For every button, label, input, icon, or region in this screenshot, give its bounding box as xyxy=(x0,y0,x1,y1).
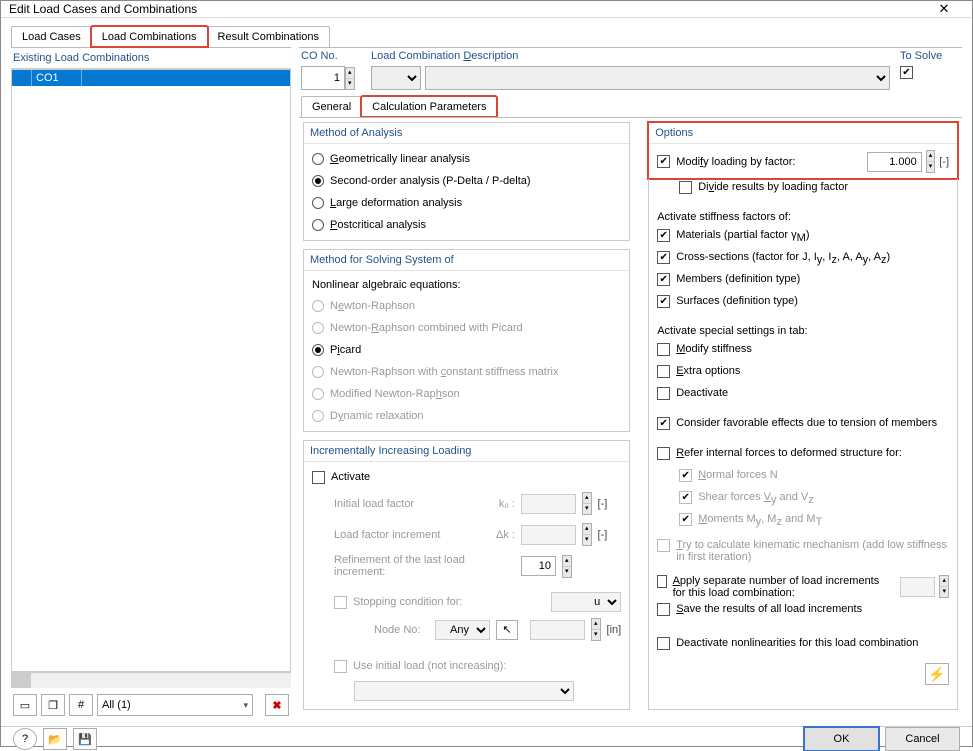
radio-mnr xyxy=(312,388,324,400)
copy-button[interactable]: ❐ xyxy=(41,694,65,716)
dialog-window: Edit Load Cases and Combinations ✕ Load … xyxy=(0,0,973,747)
cancel-button[interactable]: Cancel xyxy=(885,727,960,751)
chk-materials[interactable] xyxy=(657,229,670,242)
chk-refer[interactable] xyxy=(657,447,670,460)
lightning-icon: ⚡ xyxy=(928,666,945,683)
chk-extra[interactable] xyxy=(657,365,670,378)
chk-kinematic xyxy=(657,539,670,552)
to-solve-label: To Solve xyxy=(900,50,960,66)
modify-factor-input[interactable] xyxy=(867,152,922,172)
group-solving-method: Method for Solving System of Nonlinear a… xyxy=(303,249,630,432)
radio-nrp xyxy=(312,322,324,334)
chk-shear xyxy=(679,491,692,504)
main-tabs: Load Cases Load Combinations Result Comb… xyxy=(1,18,972,47)
existing-combinations-header: Existing Load Combinations xyxy=(11,48,291,69)
chk-save-results[interactable] xyxy=(657,603,670,616)
group-title-options: Options xyxy=(649,123,957,144)
chk-normal xyxy=(679,469,692,482)
separate-increments-input xyxy=(900,577,935,597)
list-item-name: CO1 xyxy=(32,70,82,86)
to-solve-checkbox[interactable] xyxy=(900,66,913,79)
chk-surfaces[interactable] xyxy=(657,295,670,308)
radio-postcritical[interactable] xyxy=(312,219,324,231)
chk-members[interactable] xyxy=(657,273,670,286)
radio-picard[interactable] xyxy=(312,344,324,356)
radio-geom[interactable] xyxy=(312,153,324,165)
tab-result-combinations[interactable]: Result Combinations xyxy=(207,26,331,47)
combinations-list[interactable]: CO1 xyxy=(11,69,291,672)
solving-subhead: Nonlinear algebraic equations: xyxy=(312,279,621,291)
chk-deact-nl[interactable] xyxy=(657,637,670,650)
stopping-select: u xyxy=(551,592,621,612)
desc-input[interactable] xyxy=(425,66,890,90)
delete-button[interactable]: ✖ xyxy=(265,694,289,716)
chk-modify-loading[interactable] xyxy=(657,155,670,168)
tab-general[interactable]: General xyxy=(301,96,362,117)
initial-load-factor-input xyxy=(521,494,576,514)
chk-use-initial xyxy=(334,660,347,673)
pick-node-button: ↖ xyxy=(496,620,518,640)
chk-cross[interactable] xyxy=(657,251,670,264)
radio-second-order[interactable] xyxy=(312,175,324,187)
hscrollbar[interactable] xyxy=(11,672,291,688)
filter-combo[interactable]: All (1) xyxy=(97,694,253,716)
co-no-input[interactable] xyxy=(301,66,345,90)
group-title-solving: Method for Solving System of xyxy=(304,250,629,271)
chk-tension[interactable] xyxy=(657,417,670,430)
titlebar: Edit Load Cases and Combinations ✕ xyxy=(1,1,972,18)
radio-nr xyxy=(312,300,324,312)
tab-calc-params[interactable]: Calculation Parameters xyxy=(361,96,497,117)
activate-stiff-label: Activate stiffness factors of: xyxy=(657,211,949,223)
co-no-label: CO No. xyxy=(301,50,361,66)
refinement-input[interactable] xyxy=(521,556,556,576)
new-button[interactable]: ▭ xyxy=(13,694,37,716)
chk-moments xyxy=(679,513,692,526)
tab-load-combinations[interactable]: Load Combinations xyxy=(91,26,208,47)
chk-deactivate[interactable] xyxy=(657,387,670,400)
initial-load-select xyxy=(354,681,574,701)
chk-stopping xyxy=(334,596,347,609)
close-icon[interactable]: ✕ xyxy=(924,1,964,17)
number-button[interactable]: # xyxy=(69,694,93,716)
desc-type-select[interactable] xyxy=(371,66,421,90)
window-title: Edit Load Cases and Combinations xyxy=(9,2,924,16)
chk-mod-stiff[interactable] xyxy=(657,343,670,356)
radio-large-def[interactable] xyxy=(312,197,324,209)
node-select: Any xyxy=(435,620,490,640)
chk-separate-increments[interactable] xyxy=(657,575,666,588)
load-factor-increment-input xyxy=(521,525,576,545)
tab-load-cases[interactable]: Load Cases xyxy=(11,26,92,47)
group-incremental: Incrementally Increasing Loading Activat… xyxy=(303,440,630,710)
special-label: Activate special settings in tab: xyxy=(657,325,949,337)
reset-options-button[interactable]: ⚡ xyxy=(925,663,949,685)
list-item[interactable]: CO1 xyxy=(12,70,290,86)
ok-button[interactable]: OK xyxy=(804,727,879,751)
group-method-analysis: Method of Analysis Geometrically linear … xyxy=(303,122,630,241)
node-value-input xyxy=(530,620,585,640)
co-no-spinner[interactable]: ▴▾ xyxy=(345,67,355,90)
radio-nrc xyxy=(312,366,324,378)
group-options-header: Options Modify loading by factor: ▴▾ [-] xyxy=(648,122,958,179)
description-label: Load Combination Description xyxy=(371,50,890,66)
group-title-analysis: Method of Analysis xyxy=(304,123,629,144)
radio-dyn xyxy=(312,410,324,422)
chk-activate-incremental[interactable] xyxy=(312,471,325,484)
chk-divide[interactable] xyxy=(679,181,692,194)
group-title-incremental: Incrementally Increasing Loading xyxy=(304,441,629,462)
group-options-body: Divide results by loading factor Activat… xyxy=(648,179,958,710)
